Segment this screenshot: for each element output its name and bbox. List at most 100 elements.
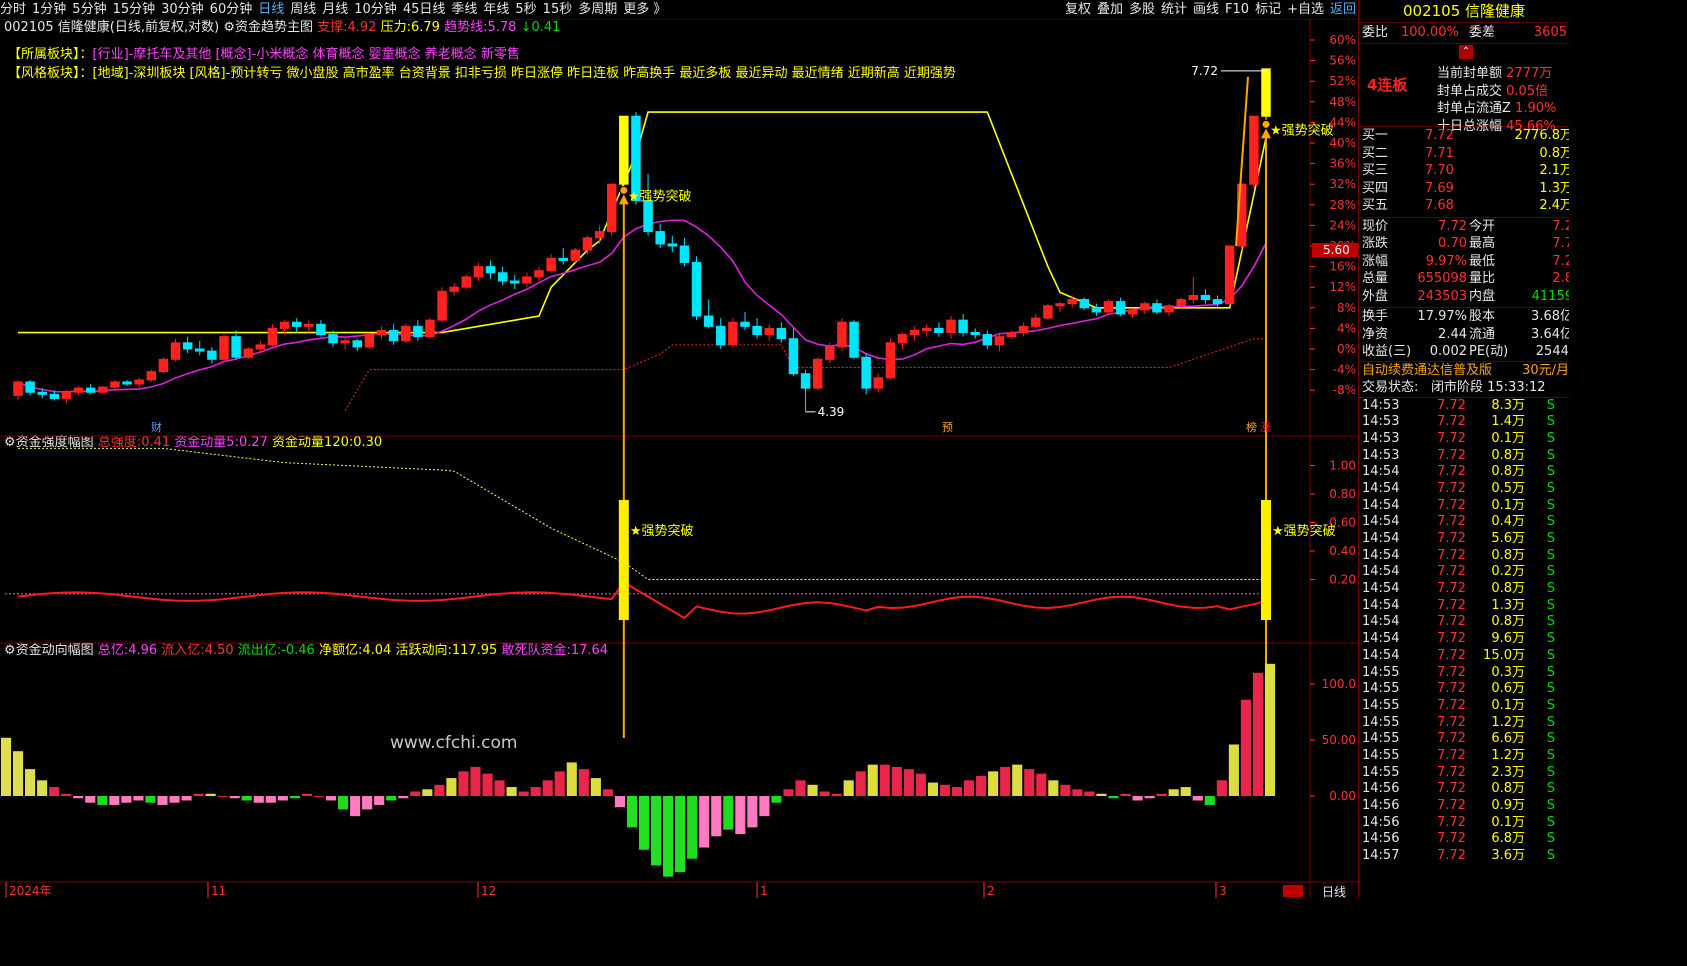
- period-tab-4[interactable]: 30分钟: [161, 0, 204, 19]
- fund-row: 换手 17.97% 股本 3.68亿: [1359, 308, 1569, 326]
- trade-side: S: [1546, 581, 1555, 597]
- toolbar-button-3[interactable]: 统计: [1161, 0, 1187, 19]
- bid-vol: 2.1万: [1539, 163, 1569, 178]
- period-tab-1[interactable]: 1分钟: [32, 0, 66, 19]
- trade-row: 14:54 7.72 0.2万 S: [1359, 564, 1569, 581]
- candle-body: [267, 327, 278, 346]
- trade-row: 14:57 7.72 3.6万 S: [1359, 848, 1569, 865]
- candle-body: [207, 350, 217, 360]
- trade-row: 14:55 7.72 2.3万 S: [1359, 765, 1569, 782]
- fund-flow-bar: [988, 771, 999, 796]
- promo-text[interactable]: 自动续费通达信普及版: [1362, 362, 1492, 380]
- period-tab-5[interactable]: 60分钟: [210, 0, 253, 19]
- fund-flow-bar: [1084, 791, 1095, 796]
- trade-vol: 1.4万: [1491, 414, 1525, 430]
- bid-row[interactable]: 买一 7.72 2776.8万: [1359, 127, 1569, 145]
- period-tab-2[interactable]: 5分钟: [72, 0, 106, 19]
- trade-time: 14:56: [1362, 798, 1400, 813]
- fund-flow-bar: [85, 796, 96, 803]
- trade-time: 14:57: [1362, 848, 1400, 864]
- period-tab-0[interactable]: 分时: [0, 0, 26, 19]
- fund-flow-bar: [1228, 744, 1239, 796]
- kline-chart[interactable]: 60%56%52%48%44%40%36%32%28%24%20%16%12%8…: [0, 19, 1358, 898]
- mark-cai: 财: [151, 420, 162, 434]
- promo-price: 30元/月: [1522, 362, 1569, 378]
- trade-time: 14:54: [1362, 464, 1400, 480]
- money-bag-icon: [619, 185, 629, 195]
- date-label: 1: [760, 884, 768, 898]
- fund-flow-bar: [819, 791, 830, 796]
- toolbar-button-4[interactable]: 画线: [1193, 0, 1219, 19]
- period-tab-9[interactable]: 10分钟: [354, 0, 397, 19]
- trade-time: 14:53: [1362, 397, 1400, 413]
- pct-tick-label: 56%: [1329, 54, 1356, 68]
- quote-label: 总量: [1362, 271, 1389, 286]
- trade-price: 7.72: [1437, 848, 1466, 864]
- period-tab-6[interactable]: 日线: [258, 0, 284, 19]
- fund-flow-bar: [831, 793, 842, 796]
- weicha-value: 3605: [1533, 25, 1567, 40]
- toolbar-button-0[interactable]: 复权: [1065, 0, 1091, 19]
- fund-flow-bar: [1048, 780, 1059, 796]
- fund-flow-bar: [1252, 672, 1264, 796]
- candle-body: [861, 356, 871, 389]
- period-tab-14[interactable]: 15秒: [543, 0, 573, 19]
- period-tab-16[interactable]: 更多 》: [623, 0, 666, 19]
- candle-body: [643, 200, 653, 233]
- fund-flow-bar: [795, 780, 806, 796]
- toolbar-right: 复权 叠加 多股 统计 画线 F10 标记 +自选 返回: [1059, 0, 1356, 19]
- p2-tick-label: 0.40: [1329, 544, 1356, 558]
- trade-price: 7.72: [1437, 581, 1466, 597]
- period-tab-8[interactable]: 月线: [322, 0, 348, 19]
- candle-body: [921, 327, 932, 331]
- period-tab-13[interactable]: 5秒: [515, 0, 536, 19]
- pct-tick-label: 24%: [1329, 218, 1356, 232]
- candle-body: [825, 346, 835, 360]
- promo-row[interactable]: 自动续费通达信普及版 30元/月: [1359, 360, 1569, 380]
- fund-flow-bar: [205, 793, 216, 796]
- candle-body: [1103, 301, 1114, 313]
- toolbar-button-1[interactable]: 叠加: [1097, 0, 1123, 19]
- fund-flow-bar: [759, 796, 770, 817]
- period-tab-3[interactable]: 15分钟: [113, 0, 156, 19]
- trade-time: 14:54: [1362, 614, 1400, 630]
- candle-body: [1140, 303, 1150, 311]
- trade-row: 14:54 7.72 0.8万 S: [1359, 614, 1569, 631]
- fund-flow-bar: [1144, 796, 1155, 799]
- bid-row[interactable]: 买三 7.70 2.1万: [1359, 162, 1569, 180]
- pct-tick-label: 32%: [1329, 177, 1356, 191]
- trade-vol: 3.6万: [1491, 848, 1525, 864]
- fund-flow-bar: [807, 784, 818, 796]
- fund-flow-bar: [542, 780, 553, 796]
- period-tab-7[interactable]: 周线: [290, 0, 316, 19]
- toolbar-button-5[interactable]: F10: [1225, 0, 1249, 19]
- candle-body: [570, 249, 581, 261]
- fund-flow-bar: [530, 787, 541, 796]
- p3-tick-label: 100.0: [1322, 677, 1356, 691]
- period-tab-11[interactable]: 季线: [451, 0, 477, 19]
- bid-row[interactable]: 买四 7.69 1.3万: [1359, 180, 1569, 198]
- bid-row[interactable]: 买五 7.68 2.4万: [1359, 197, 1569, 215]
- trade-vol: 0.1万: [1491, 814, 1525, 830]
- toolbar-button-8[interactable]: 返回: [1330, 0, 1356, 19]
- toolbar-button-2[interactable]: 多股: [1129, 0, 1155, 19]
- bid-row[interactable]: 买二 7.71 0.8万: [1359, 145, 1569, 163]
- trade-vol: 0.8万: [1491, 614, 1525, 630]
- trade-side: S: [1546, 497, 1555, 513]
- fund-flow-bar: [963, 780, 975, 796]
- period-tab-15[interactable]: 多周期: [578, 0, 617, 19]
- period-tab-12[interactable]: 年线: [483, 0, 509, 19]
- quote-label-2: 最高: [1469, 236, 1496, 251]
- bid-vol: 2776.8万: [1514, 128, 1570, 143]
- mark-yu: 预: [942, 421, 953, 434]
- fund-flow-bar: [855, 771, 866, 796]
- fund-flow-bar: [217, 796, 228, 797]
- period-tab-10[interactable]: 45日线: [403, 0, 446, 19]
- toolbar-button-7[interactable]: +自选: [1287, 0, 1324, 19]
- fund-value: 17.97%: [1417, 309, 1467, 324]
- candle-body: [1067, 299, 1077, 305]
- fund-flow-bar: [638, 796, 650, 850]
- candle-body: [631, 115, 641, 202]
- fund-flow-bar: [325, 796, 337, 801]
- toolbar-button-6[interactable]: 标记: [1255, 0, 1281, 19]
